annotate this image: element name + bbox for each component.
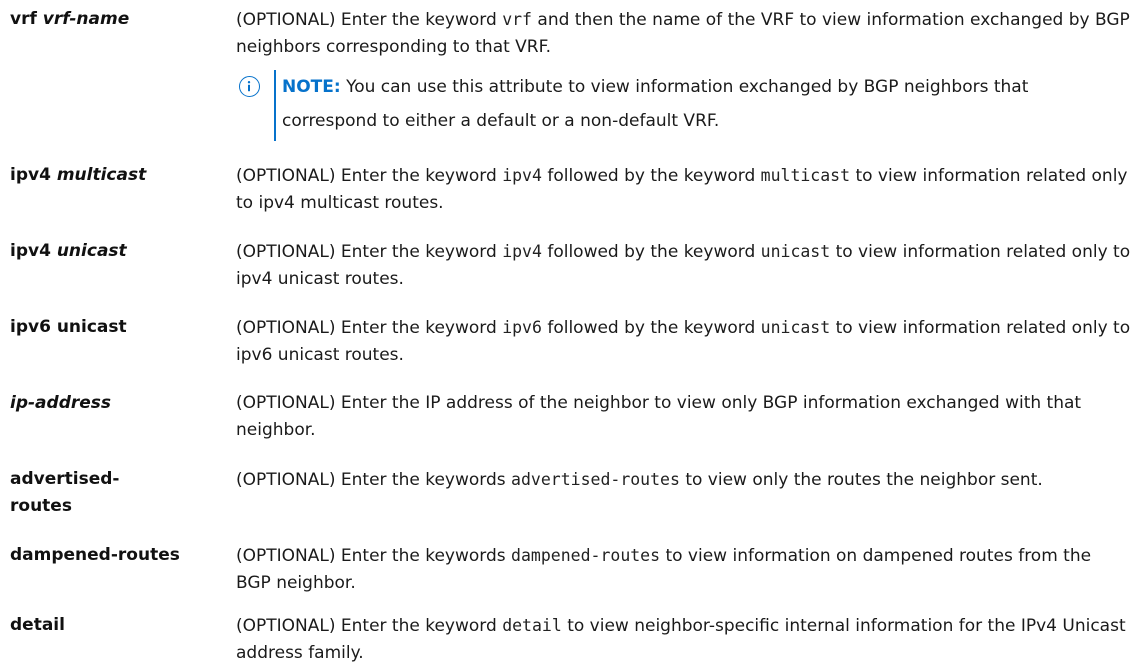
parameter-description: (OPTIONAL) Enter the keywords advertised… — [236, 466, 1131, 494]
term-variable: ip-address — [10, 393, 112, 413]
term-variable: multicast — [56, 165, 147, 185]
desc-text: (OPTIONAL) Enter the keywords — [236, 470, 512, 490]
parameter-description: (OPTIONAL) Enter the keyword vrf and the… — [236, 6, 1131, 61]
term-variable: unicast — [56, 241, 127, 261]
term-keyword-line1: advertised- — [10, 469, 120, 489]
parameter-term: vrf vrf-name — [10, 6, 235, 33]
parameter-description: (OPTIONAL) Enter the keyword detail to v… — [236, 612, 1131, 667]
desc-code: vrf — [502, 10, 532, 29]
desc-text: followed by the keyword — [541, 242, 761, 262]
desc-code: detail — [502, 616, 562, 635]
parameter-term: advertised- routes — [10, 466, 235, 520]
info-icon — [239, 76, 260, 97]
term-keyword: detail — [10, 615, 65, 635]
term-variable: vrf-name — [42, 9, 130, 29]
parameter-term: ipv6 unicast — [10, 314, 235, 341]
desc-text: followed by the keyword — [541, 166, 761, 186]
desc-text: followed by the keyword — [541, 318, 761, 338]
term-keyword: vrf — [10, 9, 37, 29]
term-keyword-line2: routes — [10, 496, 72, 516]
parameter-term: ipv4 unicast — [10, 238, 235, 265]
term-keyword: ipv6 unicast — [10, 317, 127, 337]
note-callout: NOTE: You can use this attribute to view… — [236, 70, 1116, 141]
desc-text: (OPTIONAL) Enter the keyword — [236, 318, 503, 338]
desc-code: dampened-routes — [511, 546, 661, 565]
desc-code: advertised-routes — [511, 470, 680, 489]
note-label: NOTE: — [282, 77, 341, 97]
parameter-description: (OPTIONAL) Enter the keyword ipv6 follow… — [236, 314, 1131, 369]
desc-text: (OPTIONAL) Enter the keyword — [236, 10, 503, 30]
desc-code: ipv4 — [502, 166, 542, 185]
note-divider — [274, 70, 276, 141]
parameter-description: (OPTIONAL) Enter the keywords dampened-r… — [236, 542, 1131, 597]
parameter-description: (OPTIONAL) Enter the keyword ipv4 follow… — [236, 162, 1131, 217]
desc-code: multicast — [760, 166, 851, 185]
desc-code: unicast — [760, 242, 831, 261]
parameter-term: ipv4 multicast — [10, 162, 235, 189]
term-keyword: dampened-routes — [10, 545, 180, 565]
term-keyword: ipv4 — [10, 165, 51, 185]
parameter-term: dampened-routes — [10, 542, 235, 569]
desc-text: (OPTIONAL) Enter the keywords — [236, 546, 512, 566]
desc-code: ipv4 — [502, 242, 542, 261]
desc-code: ipv6 — [502, 318, 542, 337]
desc-text: (OPTIONAL) Enter the IP address of the n… — [236, 393, 1082, 440]
note-body: You can use this attribute to view infor… — [282, 77, 1029, 131]
term-keyword: ipv4 — [10, 241, 51, 261]
desc-code: unicast — [760, 318, 831, 337]
parameter-description: (OPTIONAL) Enter the keyword ipv4 follow… — [236, 238, 1131, 293]
desc-text: (OPTIONAL) Enter the keyword — [236, 166, 503, 186]
parameter-description: (OPTIONAL) Enter the IP address of the n… — [236, 390, 1131, 444]
desc-text: (OPTIONAL) Enter the keyword — [236, 242, 503, 262]
parameter-term: detail — [10, 612, 235, 639]
desc-text: to view only the routes the neighbor sen… — [679, 470, 1043, 490]
desc-text: (OPTIONAL) Enter the keyword — [236, 616, 503, 636]
note-text: NOTE: You can use this attribute to view… — [282, 70, 1122, 138]
parameter-term: ip-address — [10, 390, 235, 417]
